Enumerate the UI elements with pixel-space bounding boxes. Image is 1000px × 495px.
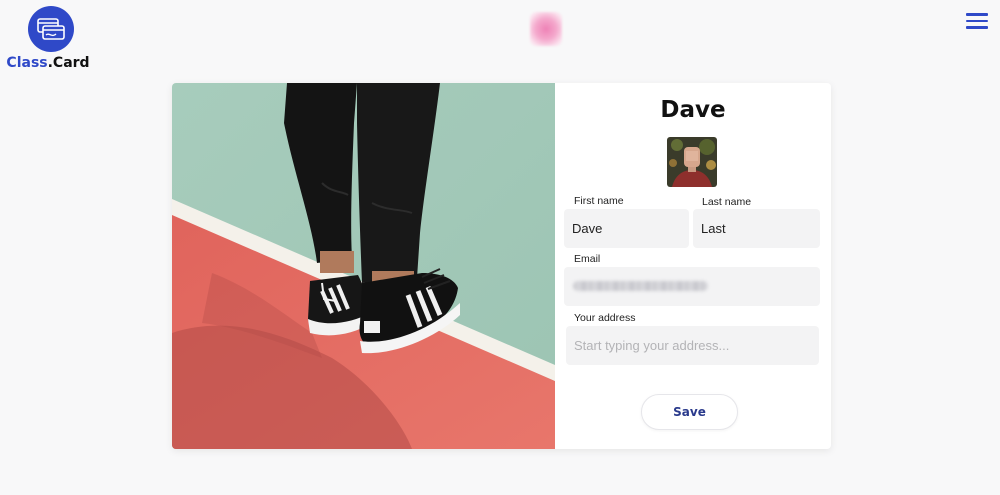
menu-line <box>966 26 988 29</box>
address-label: Your address <box>574 312 636 324</box>
profile-card: Dave First name Last name Email Your add… <box>172 83 831 449</box>
brand-name: Class.Card <box>1 55 95 71</box>
profile-name-heading: Dave <box>660 97 726 123</box>
blurred-header-image <box>530 12 562 46</box>
credit-card-icon <box>28 6 74 52</box>
last-name-input[interactable] <box>693 209 820 248</box>
address-input[interactable] <box>566 326 819 365</box>
brand-logo[interactable]: Class.Card <box>5 6 95 71</box>
save-button[interactable]: Save <box>641 394 738 430</box>
user-avatar[interactable] <box>667 137 717 187</box>
email-label: Email <box>574 253 601 265</box>
brand-name-part2: .Card <box>47 55 90 71</box>
first-name-input[interactable] <box>564 209 689 248</box>
menu-line <box>966 13 988 16</box>
email-input[interactable] <box>564 267 820 306</box>
sneakers-photo <box>172 83 555 449</box>
brand-name-part1: Class <box>6 55 48 71</box>
last-name-label: Last name <box>702 196 752 208</box>
profile-form: Dave First name Last name Email Your add… <box>555 83 831 449</box>
menu-line <box>966 19 988 22</box>
hamburger-menu-icon[interactable] <box>966 13 988 29</box>
first-name-label: First name <box>574 195 624 207</box>
blurred-email-value <box>573 281 708 291</box>
